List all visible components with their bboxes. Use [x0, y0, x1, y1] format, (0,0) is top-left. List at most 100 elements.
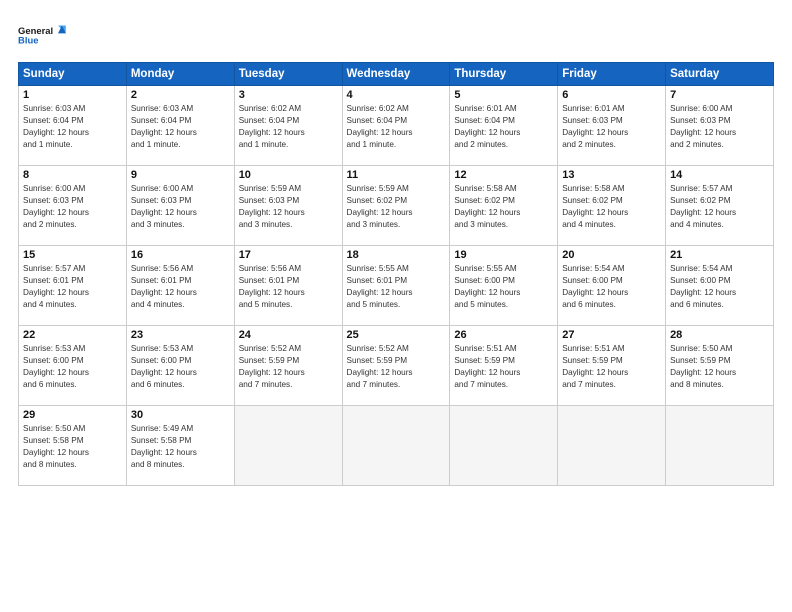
day-info: Sunrise: 5:57 AM Sunset: 6:01 PM Dayligh…	[23, 263, 122, 311]
calendar-week-4: 22Sunrise: 5:53 AM Sunset: 6:00 PM Dayli…	[19, 326, 774, 406]
day-number: 29	[23, 409, 122, 421]
day-number: 12	[454, 169, 553, 181]
day-info: Sunrise: 5:54 AM Sunset: 6:00 PM Dayligh…	[562, 263, 661, 311]
day-info: Sunrise: 6:01 AM Sunset: 6:03 PM Dayligh…	[562, 103, 661, 151]
day-number: 11	[347, 169, 446, 181]
day-number: 7	[670, 89, 769, 101]
day-info: Sunrise: 6:00 AM Sunset: 6:03 PM Dayligh…	[23, 183, 122, 231]
day-number: 26	[454, 329, 553, 341]
day-number: 27	[562, 329, 661, 341]
day-number: 15	[23, 249, 122, 261]
calendar-week-5: 29Sunrise: 5:50 AM Sunset: 5:58 PM Dayli…	[19, 406, 774, 486]
day-number: 9	[131, 169, 230, 181]
day-number: 6	[562, 89, 661, 101]
calendar-cell: 19 Sunrise: 5:55 AM Sunset: 6:00 PM Dayli…	[450, 246, 558, 326]
header: General Blue	[18, 16, 774, 54]
calendar-body: 1 Sunrise: 6:03 AM Sunset: 6:04 PM Daylig…	[19, 86, 774, 486]
calendar-cell: 6 Sunrise: 6:01 AM Sunset: 6:03 PM Daylig…	[558, 86, 666, 166]
calendar-cell	[234, 406, 342, 486]
day-info: Sunrise: 5:55 AM Sunset: 6:00 PM Dayligh…	[454, 263, 553, 311]
day-number: 1	[23, 89, 122, 101]
day-info: Sunrise: 5:52 AM Sunset: 5:59 PM Dayligh…	[239, 343, 338, 391]
weekday-header-tuesday: Tuesday	[234, 63, 342, 86]
day-info: Sunrise: 6:03 AM Sunset: 6:04 PM Dayligh…	[23, 103, 122, 151]
calendar-cell: 16 Sunrise: 5:56 AM Sunset: 6:01 PM Dayli…	[126, 246, 234, 326]
day-info: Sunrise: 5:53 AM Sunset: 6:00 PM Dayligh…	[23, 343, 122, 391]
calendar-cell: 22Sunrise: 5:53 AM Sunset: 6:00 PM Dayli…	[19, 326, 127, 406]
day-number: 24	[239, 329, 338, 341]
calendar-cell: 15 Sunrise: 5:57 AM Sunset: 6:01 PM Dayli…	[19, 246, 127, 326]
calendar-cell: 18 Sunrise: 5:55 AM Sunset: 6:01 PM Dayli…	[342, 246, 450, 326]
day-number: 25	[347, 329, 446, 341]
day-info: Sunrise: 5:49 AM Sunset: 5:58 PM Dayligh…	[131, 423, 230, 471]
calendar-cell: 30 Sunrise: 5:49 AM Sunset: 5:58 PM Dayli…	[126, 406, 234, 486]
weekday-header-friday: Friday	[558, 63, 666, 86]
day-number: 16	[131, 249, 230, 261]
calendar-cell	[450, 406, 558, 486]
weekday-header-sunday: Sunday	[19, 63, 127, 86]
day-number: 17	[239, 249, 338, 261]
calendar-cell: 3Sunrise: 6:02 AM Sunset: 6:04 PM Daylig…	[234, 86, 342, 166]
calendar-cell: 13 Sunrise: 5:58 AM Sunset: 6:02 PM Dayli…	[558, 166, 666, 246]
calendar-cell: 1 Sunrise: 6:03 AM Sunset: 6:04 PM Daylig…	[19, 86, 127, 166]
weekday-header-monday: Monday	[126, 63, 234, 86]
day-info: Sunrise: 5:56 AM Sunset: 6:01 PM Dayligh…	[131, 263, 230, 311]
calendar-cell: 4 Sunrise: 6:02 AM Sunset: 6:04 PM Daylig…	[342, 86, 450, 166]
calendar-cell	[558, 406, 666, 486]
day-info: Sunrise: 5:55 AM Sunset: 6:01 PM Dayligh…	[347, 263, 446, 311]
day-info: Sunrise: 6:00 AM Sunset: 6:03 PM Dayligh…	[670, 103, 769, 151]
day-info: Sunrise: 6:02 AM Sunset: 6:04 PM Dayligh…	[347, 103, 446, 151]
calendar-cell: 27 Sunrise: 5:51 AM Sunset: 5:59 PM Dayli…	[558, 326, 666, 406]
calendar-cell: 25 Sunrise: 5:52 AM Sunset: 5:59 PM Dayli…	[342, 326, 450, 406]
day-number: 8	[23, 169, 122, 181]
calendar-cell: 5Sunrise: 6:01 AM Sunset: 6:04 PM Daylig…	[450, 86, 558, 166]
logo: General Blue	[18, 16, 68, 54]
day-info: Sunrise: 5:58 AM Sunset: 6:02 PM Dayligh…	[454, 183, 553, 231]
day-info: Sunrise: 5:58 AM Sunset: 6:02 PM Dayligh…	[562, 183, 661, 231]
day-number: 30	[131, 409, 230, 421]
svg-text:Blue: Blue	[18, 35, 38, 46]
day-info: Sunrise: 6:03 AM Sunset: 6:04 PM Dayligh…	[131, 103, 230, 151]
logo-svg: General Blue	[18, 16, 68, 54]
page: General Blue SundayMondayTuesdayWednesda…	[0, 0, 792, 612]
day-info: Sunrise: 5:56 AM Sunset: 6:01 PM Dayligh…	[239, 263, 338, 311]
day-number: 23	[131, 329, 230, 341]
day-info: Sunrise: 5:52 AM Sunset: 5:59 PM Dayligh…	[347, 343, 446, 391]
day-number: 21	[670, 249, 769, 261]
calendar-cell: 17 Sunrise: 5:56 AM Sunset: 6:01 PM Dayli…	[234, 246, 342, 326]
day-info: Sunrise: 6:00 AM Sunset: 6:03 PM Dayligh…	[131, 183, 230, 231]
weekday-header-wednesday: Wednesday	[342, 63, 450, 86]
day-number: 19	[454, 249, 553, 261]
day-info: Sunrise: 5:54 AM Sunset: 6:00 PM Dayligh…	[670, 263, 769, 311]
day-info: Sunrise: 5:51 AM Sunset: 5:59 PM Dayligh…	[454, 343, 553, 391]
calendar-cell: 12 Sunrise: 5:58 AM Sunset: 6:02 PM Dayli…	[450, 166, 558, 246]
calendar-cell	[666, 406, 774, 486]
day-number: 3	[239, 89, 338, 101]
calendar-cell: 21 Sunrise: 5:54 AM Sunset: 6:00 PM Dayli…	[666, 246, 774, 326]
day-info: Sunrise: 5:50 AM Sunset: 5:59 PM Dayligh…	[670, 343, 769, 391]
day-number: 28	[670, 329, 769, 341]
calendar-cell: 23 Sunrise: 5:53 AM Sunset: 6:00 PM Dayli…	[126, 326, 234, 406]
calendar-cell: 29Sunrise: 5:50 AM Sunset: 5:58 PM Dayli…	[19, 406, 127, 486]
day-number: 13	[562, 169, 661, 181]
day-info: Sunrise: 5:53 AM Sunset: 6:00 PM Dayligh…	[131, 343, 230, 391]
day-info: Sunrise: 5:57 AM Sunset: 6:02 PM Dayligh…	[670, 183, 769, 231]
calendar-cell: 11Sunrise: 5:59 AM Sunset: 6:02 PM Dayli…	[342, 166, 450, 246]
calendar-cell: 24 Sunrise: 5:52 AM Sunset: 5:59 PM Dayli…	[234, 326, 342, 406]
day-number: 4	[347, 89, 446, 101]
calendar-cell	[342, 406, 450, 486]
day-number: 5	[454, 89, 553, 101]
calendar-cell: 2Sunrise: 6:03 AM Sunset: 6:04 PM Daylig…	[126, 86, 234, 166]
calendar-cell: 26 Sunrise: 5:51 AM Sunset: 5:59 PM Dayli…	[450, 326, 558, 406]
calendar-cell: 7 Sunrise: 6:00 AM Sunset: 6:03 PM Daylig…	[666, 86, 774, 166]
calendar-cell: 9 Sunrise: 6:00 AM Sunset: 6:03 PM Daylig…	[126, 166, 234, 246]
day-info: Sunrise: 5:59 AM Sunset: 6:03 PM Dayligh…	[239, 183, 338, 231]
calendar-cell: 8 Sunrise: 6:00 AM Sunset: 6:03 PM Daylig…	[19, 166, 127, 246]
day-number: 18	[347, 249, 446, 261]
calendar-week-1: 1 Sunrise: 6:03 AM Sunset: 6:04 PM Daylig…	[19, 86, 774, 166]
calendar-cell: 28 Sunrise: 5:50 AM Sunset: 5:59 PM Dayli…	[666, 326, 774, 406]
calendar-week-3: 15 Sunrise: 5:57 AM Sunset: 6:01 PM Dayli…	[19, 246, 774, 326]
calendar-cell: 14Sunrise: 5:57 AM Sunset: 6:02 PM Dayli…	[666, 166, 774, 246]
weekday-header-thursday: Thursday	[450, 63, 558, 86]
day-info: Sunrise: 5:51 AM Sunset: 5:59 PM Dayligh…	[562, 343, 661, 391]
